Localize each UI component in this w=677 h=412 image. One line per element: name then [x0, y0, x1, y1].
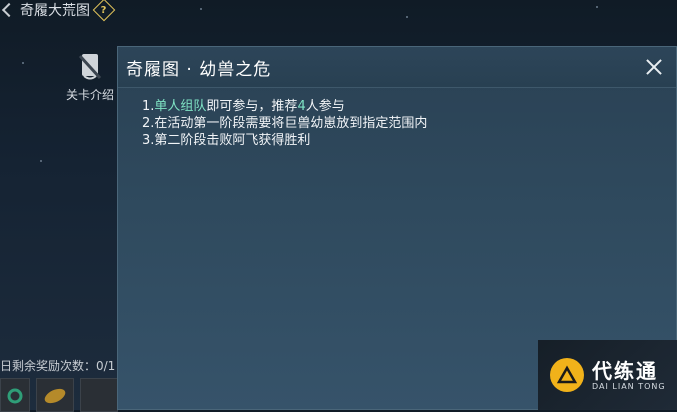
star-decoration	[40, 160, 42, 162]
reward-item-slot[interactable]	[36, 378, 74, 412]
rule-item: 2.在活动第一阶段需要将巨兽幼崽放到指定范围内	[142, 116, 428, 131]
dialog-header: 奇履图 · 幼兽之危	[118, 47, 676, 88]
logo-icon	[550, 358, 584, 392]
close-icon[interactable]	[642, 55, 666, 79]
dialog-title: 奇履图 · 幼兽之危	[126, 59, 272, 80]
star-decoration	[200, 8, 202, 10]
reward-item-slot[interactable]	[0, 378, 30, 412]
star-decoration	[596, 6, 598, 8]
reward-slots	[0, 378, 118, 412]
star-decoration	[406, 16, 408, 18]
reward-item-slot[interactable]	[80, 378, 118, 412]
stage-intro-label: 关卡介绍	[65, 88, 114, 102]
help-icon[interactable]: ?	[92, 0, 116, 22]
rules-list: 1.单人组队即可参与，推荐4人参与 2.在活动第一阶段需要将巨兽幼崽放到指定范围…	[118, 88, 676, 149]
map-title: 奇履大荒图	[20, 3, 90, 19]
stage-intro-button[interactable]: 关卡介绍	[62, 50, 118, 103]
watermark-logo: 代练通 DAI LIAN TONG	[538, 340, 677, 410]
rule-item: 3.第二阶段击败阿飞获得胜利	[142, 133, 311, 148]
rule-item: 1.单人组队即可参与，推荐4人参与	[142, 99, 345, 114]
jade-ring-icon	[7, 388, 23, 404]
back-chevron-icon[interactable]	[1, 2, 17, 18]
logo-text-cn: 代练通	[592, 358, 658, 383]
scroll-icon	[78, 54, 102, 80]
map-title-bar: 奇履大荒图 ?	[0, 0, 116, 22]
remaining-reward-count: 日剩余奖励次数：0/1	[0, 359, 116, 373]
gold-leaf-icon	[44, 388, 66, 404]
logo-text-en: DAI LIAN TONG	[592, 381, 666, 391]
star-decoration	[22, 62, 24, 64]
